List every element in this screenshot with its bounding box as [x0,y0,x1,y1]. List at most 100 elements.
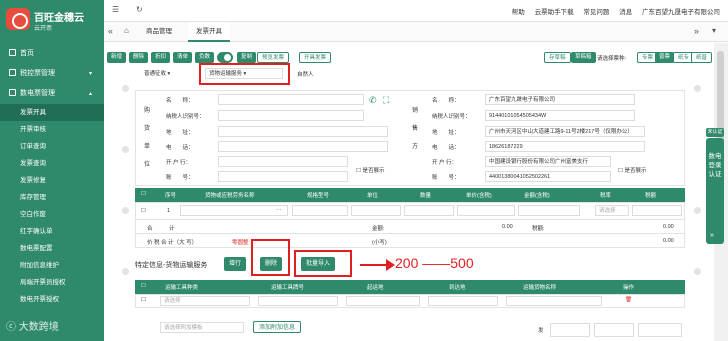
faq-link[interactable]: 常见问题 [583,9,609,16]
buyer-show-checkbox[interactable]: ☐ 是否展示 [356,166,384,174]
levy-select[interactable]: 普通征收 ▾ [140,68,198,79]
messages-link[interactable]: 消息 [619,9,632,16]
seller-phone-input[interactable]: 18626187229 [485,141,645,152]
brand-subtitle: 云开票 [34,26,53,32]
row-tax-input[interactable] [632,205,682,216]
row-checkbox[interactable]: ☐ [141,208,146,214]
draft-box-button[interactable]: 草稿箱 [571,52,596,63]
buyer-phone-input[interactable] [218,141,388,152]
negative-button[interactable]: 负数 [195,52,215,63]
col-name: 货物或应税劳务名称 [205,193,255,199]
home-tab-icon[interactable]: ⌂ [124,26,129,35]
contacts-icon[interactable]: ✆ [369,95,377,106]
sidebar-sub-void[interactable]: 空白作废 [0,206,104,223]
sidebar-sub-issue[interactable]: 发票开具 [0,104,104,121]
sidebar-sub-orders[interactable]: 订单查询 [0,138,104,155]
negative-toggle[interactable] [217,52,233,63]
sidebar-sub-authorize[interactable]: 局端开票员授权 [0,274,104,291]
add-button[interactable]: 新增 [107,52,127,63]
add-extra-info-button[interactable]: 添加附加信息 [253,321,302,333]
seller-phone-label: 电 话： [432,145,460,151]
buyer-bank-input[interactable] [218,156,348,167]
tab-goods[interactable]: 商品管理 [138,22,180,42]
row-price-input[interactable] [457,205,515,216]
seller-name-input[interactable]: 广东百望九晟电子有限公司 [485,94,635,105]
row-unit-input[interactable] [351,205,401,216]
seller-account-input[interactable]: 44001380041052502261 [485,171,611,182]
seller-show-checkbox[interactable]: ☐ 是否展示 [618,166,646,174]
row-amount-input[interactable] [518,205,580,216]
row-spec-input[interactable] [292,205,348,216]
transport-row-checkbox[interactable]: ☐ [141,297,146,303]
ticket-paper-normal[interactable]: 纸普 [691,52,713,63]
seller-address-label: 地 址： [432,130,460,136]
lower-label: (小写) [372,240,387,246]
add-line-button[interactable]: 增行 [224,257,247,271]
natural-person-label: 自然人 [297,72,314,78]
extra-field-right[interactable] [638,323,682,337]
tab-invoice-issue[interactable]: 发票开具 [188,22,230,42]
scan-icon[interactable]: ⛶ [383,95,389,106]
seller-vertical-label: 销售方 [412,108,419,150]
seller-bank-input[interactable]: 中国建设银行股份有限公司广州富美支行 [485,156,611,167]
sidebar-sub-stock[interactable]: 库存管理 [0,189,104,206]
annotation-text: 200 ——500 [395,255,474,271]
remove-row-icon[interactable]: 🗑 [625,297,632,303]
sidebar-item-digital-invoice[interactable]: 数电票管理 ▴ [0,84,104,104]
row-name-input[interactable] [180,205,288,216]
help-link[interactable]: 帮助 [512,9,525,16]
refresh-icon[interactable]: ↻ [136,5,143,14]
expand-icon[interactable]: » [710,232,714,239]
ticket-normal[interactable]: 普票 [655,52,675,63]
sidebar-sub-repair[interactable]: 发票修复 [0,172,104,189]
transport-select-all[interactable]: ☐ [141,283,146,289]
save-draft-button[interactable]: 存草稿 [544,52,571,63]
buyer-address-input[interactable] [218,126,388,137]
extra-field-left[interactable] [550,323,590,337]
copy-button[interactable]: 复制 [237,52,257,63]
select-all-checkbox[interactable]: ☐ [141,191,146,197]
more-icon[interactable]: ··· [276,207,282,213]
chevron-up-icon: ▴ [88,91,92,97]
destination-input[interactable] [428,296,498,306]
row-qty-input[interactable] [404,205,454,216]
vehicle-type-select[interactable]: 请选择 [160,296,250,306]
buyer-name-input[interactable] [218,94,364,105]
seller-tax-id-input[interactable]: 91440101054505434W [485,110,635,121]
sidebar-sub-config[interactable]: 数电票配置 [0,240,104,257]
tabs-menu-icon[interactable]: ▾ [712,26,716,35]
rate-select[interactable]: 请选择 [595,205,629,216]
extra-field-mid[interactable] [594,323,634,337]
company-menu[interactable]: 广东百望九晟电子有限公司 [642,9,720,16]
col-vehicle-plate: 运输工具牌号 [271,285,305,291]
seller-address-input[interactable]: 广州市天河区中山大道建工路9-11号2楼217号（仅限办公） [485,126,645,137]
vehicle-plate-input[interactable] [258,296,338,306]
digital-login-tab[interactable]: 未认证 数电登录认证 [706,128,724,244]
tab-bar: « ⌂ 商品管理 发票开具 » ▾ [104,22,728,42]
sidebar-sub-digital-auth[interactable]: 数电开票授权 [0,291,104,308]
preview-invoice-button[interactable]: 预览发票 [257,52,290,63]
sidebar-sub-red-confirm[interactable]: 红字确认单 [0,223,104,240]
download-link[interactable]: 云票助手下载 [535,9,574,16]
discount-button[interactable]: 折扣 [151,52,171,63]
extra-template-select[interactable]: 请选择附加模板 [160,322,244,333]
menu-toggle-icon[interactable]: ☰ [112,5,119,14]
buyer-account-input[interactable] [218,171,348,182]
sidebar-sub-query[interactable]: 发票查询 [0,155,104,172]
origin-input[interactable] [346,296,420,306]
cargo-input[interactable] [506,296,602,306]
chevron-down-icon: ▾ [88,71,92,77]
sidebar-sub-extra-info[interactable]: 附加信息维护 [0,257,104,274]
side-dot [694,85,701,92]
sidebar-item-tax-control[interactable]: 税控票管理 ▾ [0,64,104,84]
delete-row-button[interactable]: 删除 [129,52,149,63]
buyer-tax-id-input[interactable] [218,110,364,121]
sidebar-sub-review[interactable]: 开票审核 [0,121,104,138]
issue-invoice-button[interactable]: 开具发票 [299,52,332,63]
tabs-left-icon[interactable]: « [108,26,113,36]
sidebar-item-home[interactable]: 首页 [0,44,104,64]
tabs-right-icon[interactable]: » [694,26,699,36]
top-links: 帮助 云票助手下载 常见问题 消息 广东百望九晟电子有限公司 [504,6,720,16]
list-button[interactable]: 清单 [173,52,193,63]
col-unit: 单位 [367,193,379,199]
